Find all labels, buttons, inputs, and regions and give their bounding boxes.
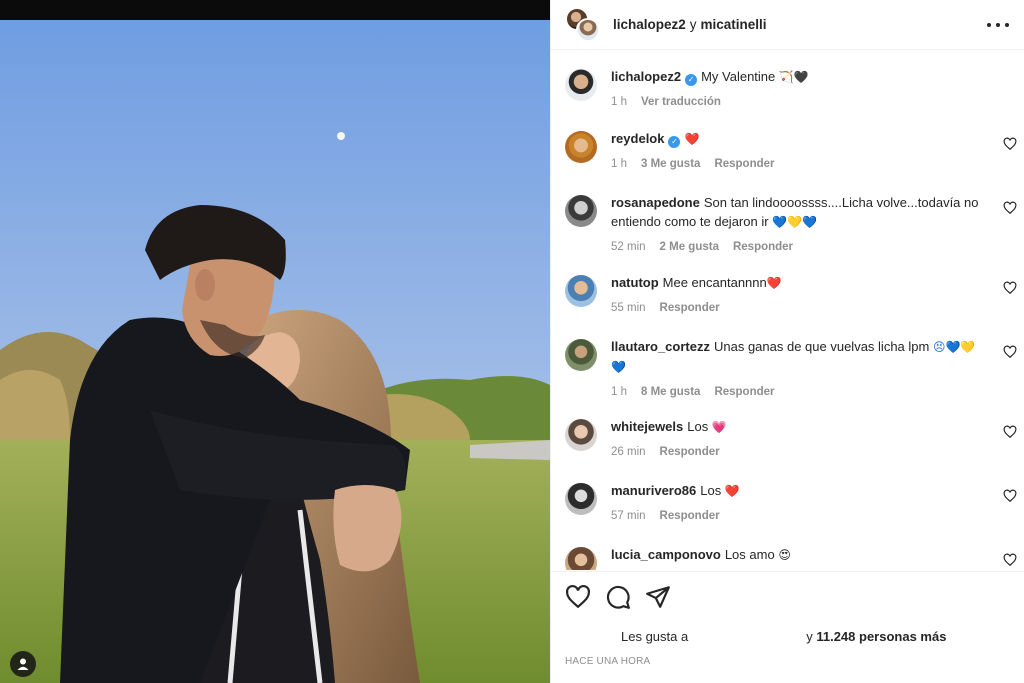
reply-button[interactable]: Responder xyxy=(660,299,720,318)
comment-item: rosanapedone Son tan lindoooossss....Lich… xyxy=(565,193,1017,257)
collaborator-username-link[interactable]: micatinelli xyxy=(701,17,767,32)
comment-time[interactable]: 55 min xyxy=(611,299,646,318)
likes-summary: Les gusta a y 11.248 personas más xyxy=(621,629,946,644)
comment-time[interactable]: 57 min xyxy=(611,507,646,526)
comment-username[interactable]: manurivero86 xyxy=(611,483,696,498)
comment-emoji: ❤️ xyxy=(684,132,700,146)
collab-names: lichalopez2 y micatinelli xyxy=(613,17,767,32)
comment-like-icon[interactable] xyxy=(1003,281,1017,295)
comment-like-icon[interactable] xyxy=(1003,137,1017,151)
comment-username[interactable]: natutop xyxy=(611,275,659,290)
likes-prefix: Les gusta a xyxy=(621,629,689,644)
likes-count-link[interactable]: 11.248 personas más xyxy=(816,629,946,644)
verified-icon: ✓ xyxy=(668,135,681,148)
comment-username[interactable]: whitejewels xyxy=(611,419,683,434)
translate-link[interactable]: Ver traducción xyxy=(641,93,721,112)
tagged-user-icon[interactable] xyxy=(10,651,36,677)
author-username-link[interactable]: lichalopez2 xyxy=(613,17,686,32)
comment-item: whitejewels Los 💗 26 min Responder xyxy=(565,417,1017,462)
post-actions: Les gusta a y 11.248 personas más HACE UN… xyxy=(551,571,1024,683)
comment-like-icon[interactable] xyxy=(1003,425,1017,439)
post-photo[interactable] xyxy=(0,20,550,683)
caption-username[interactable]: lichalopez2 xyxy=(611,69,681,84)
reply-button[interactable]: Responder xyxy=(660,443,720,462)
avatar[interactable] xyxy=(565,419,597,451)
reply-button[interactable]: Responder xyxy=(660,507,720,526)
comment-time[interactable]: 26 min xyxy=(611,443,646,462)
likes-connector: y xyxy=(806,629,813,644)
comment-item: natutop Mee encantannnn❤️ 55 min Responde… xyxy=(565,273,1017,318)
comment-text: Los xyxy=(700,483,722,498)
comment-text: Los xyxy=(687,419,709,434)
avatar[interactable] xyxy=(565,547,597,570)
comment-like-icon[interactable] xyxy=(1003,553,1017,567)
post-header: lichalopez2 y micatinelli xyxy=(551,0,1024,50)
comment-like-icon[interactable] xyxy=(1003,345,1017,359)
like-icon[interactable] xyxy=(565,584,591,610)
caption-time[interactable]: 1 h xyxy=(611,93,627,112)
comments-list[interactable]: lichalopez2 ✓ My Valentine 🏹🖤 1 h Ver trad… xyxy=(551,51,1024,570)
comment-text: Unas ganas de que vuelvas licha lpm xyxy=(713,339,930,354)
comment-text: Mee encantannnn xyxy=(662,275,767,290)
share-icon[interactable] xyxy=(645,584,671,610)
caption-text: My Valentine xyxy=(701,69,776,84)
comment-likes[interactable]: 2 Me gusta xyxy=(660,238,719,257)
media-top-bar xyxy=(0,0,550,20)
comment-username[interactable]: reydelok xyxy=(611,131,664,146)
avatar[interactable] xyxy=(565,195,597,227)
comment-username[interactable]: rosanapedone xyxy=(611,195,700,210)
comment-item: llautaro_cortezz Unas ganas de que vuelva… xyxy=(565,337,1017,402)
comment-username[interactable]: llautaro_cortezz xyxy=(611,339,710,354)
moon xyxy=(337,132,345,140)
comment-like-icon[interactable] xyxy=(1003,489,1017,503)
comment-item: reydelok ✓ ❤️ 1 h 3 Me gusta Responder xyxy=(565,129,1017,174)
post-side-panel: lichalopez2 y micatinelli lichalopez2 ✓ My V… xyxy=(550,0,1024,683)
photo-illustration xyxy=(0,20,550,683)
reply-button[interactable]: Responder xyxy=(733,238,793,257)
verified-icon: ✓ xyxy=(685,73,698,86)
comment-item: manurivero86 Los ❤️ 57 min Responder xyxy=(565,481,1017,526)
comment-emoji: 😍 xyxy=(778,548,791,562)
comment-emoji: 💗 xyxy=(711,420,727,434)
avatar[interactable] xyxy=(565,275,597,307)
caption: lichalopez2 ✓ My Valentine 🏹🖤 1 h Ver trad… xyxy=(565,67,1015,112)
conjunction-text: y xyxy=(689,17,697,32)
caption-emoji: 🏹🖤 xyxy=(778,70,809,84)
collab-avatars[interactable] xyxy=(565,6,601,43)
avatar[interactable] xyxy=(565,131,597,163)
comment-emoji: ❤️ xyxy=(766,276,782,290)
comment-time[interactable]: 52 min xyxy=(611,238,646,257)
comment-item: lucia_camponovo Los amo 😍 xyxy=(565,545,1017,570)
post-media[interactable] xyxy=(0,0,550,683)
comment-time[interactable]: 1 h xyxy=(611,155,627,174)
comment-like-icon[interactable] xyxy=(1003,201,1017,215)
more-options-icon[interactable] xyxy=(987,15,1009,35)
comment-likes[interactable]: 8 Me gusta xyxy=(641,383,700,402)
reply-button[interactable]: Responder xyxy=(714,155,774,174)
comment-text: Los amo xyxy=(724,547,775,562)
comment-username[interactable]: lucia_camponovo xyxy=(611,547,721,562)
post-timestamp[interactable]: HACE UNA HORA xyxy=(565,656,650,667)
comment-likes[interactable]: 3 Me gusta xyxy=(641,155,700,174)
avatar[interactable] xyxy=(565,69,597,101)
comment-icon[interactable] xyxy=(605,584,631,610)
avatar[interactable] xyxy=(565,339,597,371)
comment-emoji: 💙💛💙 xyxy=(772,215,817,229)
avatar[interactable] xyxy=(565,483,597,515)
avatar[interactable] xyxy=(576,17,600,42)
comment-time[interactable]: 1 h xyxy=(611,383,627,402)
comment-emoji: ❤️ xyxy=(724,484,740,498)
reply-button[interactable]: Responder xyxy=(714,383,774,402)
